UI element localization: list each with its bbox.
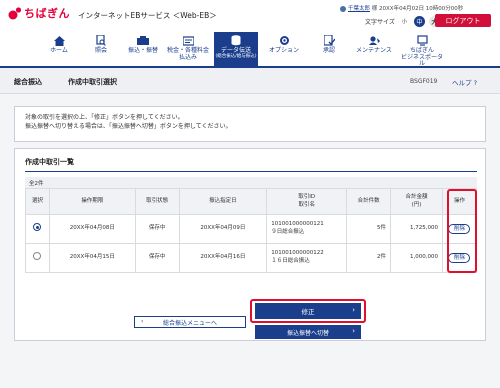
col-count: 合計件数 (346, 188, 392, 215)
panel-title: 作成中取引一覧 (25, 158, 74, 166)
chevron-right-icon: › (352, 327, 355, 335)
nav-sublabel: (総合振込/給与振込) (215, 53, 257, 59)
font-size-label: 文字サイズ (365, 19, 395, 26)
nav-approve[interactable]: 承認 (310, 32, 348, 66)
col-amount: 合計金額 (円) (390, 188, 443, 215)
select-radio[interactable] (33, 223, 42, 232)
panel-divider (25, 171, 477, 172)
table-row: 20XX年04月15日 保存中 20XX年04月16日 101001000000… (25, 243, 478, 273)
last-login: 20XX年04月02日 10時00分00秒 (379, 6, 464, 12)
page-title: 総合振込 (14, 78, 42, 86)
table-header-row: 選択 操作期限 取引状態 振込指定日 取引ID 取引名 合計件数 合計金額 (円) … (25, 188, 478, 215)
status-cell: 保存中 (134, 243, 180, 273)
user-info: 千葉太郎 様 20XX年04月02日 10時00分00秒 (340, 4, 463, 12)
col-select: 選択 (25, 188, 50, 215)
col-status: 取引状態 (134, 188, 180, 215)
approve-icon (323, 35, 335, 46)
edit-button-highlight (250, 299, 366, 323)
tax-icon (182, 35, 194, 46)
back-label: 総合振込メニューへ (162, 319, 217, 327)
nav-label: メンテナンス (356, 47, 392, 54)
nav-home[interactable]: ホーム (40, 32, 78, 66)
record-count: 全2件 (25, 177, 477, 188)
count-cell: 5件 (346, 214, 392, 244)
nav-label: ホーム (50, 47, 68, 54)
global-nav: ホーム 照会 振込・振替 税金・各種料金 払込み データ伝送 (総合振込/給与振… (0, 32, 500, 68)
user-suffix: 様 (371, 6, 378, 12)
select-cell (25, 243, 50, 273)
user-name[interactable]: 千葉太郎 (348, 6, 370, 12)
home-icon (53, 35, 65, 46)
help-label: ヘルプ (452, 79, 472, 87)
col-id-label: 取引ID (298, 194, 316, 201)
search-doc-icon (95, 35, 107, 46)
font-mid-button[interactable]: 中 (413, 16, 425, 27)
deadline-cell: 20XX年04月08日 (48, 214, 136, 244)
chevron-left-icon: ‹ (141, 318, 144, 325)
switch-to-transfer-button[interactable]: 振込振替へ切替 › (255, 325, 361, 339)
switch-label: 振込振替へ切替 (286, 329, 329, 337)
date-cell: 20XX年04月09日 (178, 214, 268, 244)
transfer-icon (137, 35, 149, 46)
guidance-line: 振込振替へ切り替える場合は、「振込振替へ切替」ボタンを押してください。 (25, 123, 232, 131)
select-radio[interactable] (33, 252, 42, 261)
page-title-bar: 総合振込 作成中取引選択 BSGF019 ヘルプ ? (0, 68, 500, 94)
guidance-message: 対象の取引を選択の上、「修正」ボタンを押してください。 振込振替へ切り替える場合… (14, 106, 486, 142)
font-small-button[interactable]: 小 (399, 16, 410, 27)
data-icon (230, 35, 242, 46)
logout-button[interactable]: ログアウト (435, 14, 491, 27)
guidance-line: 対象の取引を選択の上、「修正」ボタンを押してください。 (25, 114, 184, 121)
header: ちばぎん インターネットEBサービス ＜Web-EB＞ 千葉太郎 様 20XX年… (0, 0, 500, 32)
nav-portal[interactable]: ちばぎん ビジネスポータル (400, 32, 444, 68)
transaction-id: 101001000000122 (271, 250, 324, 257)
portal-icon (416, 35, 428, 46)
nav-label: オプション (268, 47, 299, 54)
col-id-name: 取引ID 取引名 (266, 188, 348, 215)
status-cell: 保存中 (134, 214, 180, 244)
date-cell: 20XX年04月16日 (178, 243, 268, 273)
id-name-cell: 101001000000122 １６日総合振込 (266, 243, 348, 273)
nav-sublabel: 払込み (178, 53, 197, 61)
col-amount-label: 合計金額 (405, 194, 428, 201)
page-subtitle: 作成中取引選択 (68, 78, 117, 86)
nav-data-transfer[interactable]: データ伝送 (総合振込/給与振込) (214, 32, 258, 66)
font-size-switcher: 文字サイズ 小 中 大 (365, 16, 440, 27)
col-name-label: 取引名 (298, 201, 315, 208)
nav-label: 承認 (322, 47, 335, 54)
col-deadline: 操作期限 (48, 188, 136, 215)
transaction-name: ９日総合振込 (271, 229, 305, 235)
select-cell (25, 214, 50, 244)
transaction-name: １６日総合振込 (271, 258, 310, 264)
help-link[interactable]: ヘルプ ? (452, 77, 477, 87)
service-name: インターネットEBサービス ＜Web-EB＞ (78, 11, 217, 20)
nav-label: 振込・振替 (127, 47, 158, 54)
count-cell: 2件 (346, 243, 392, 273)
logo-mark-icon (8, 6, 22, 20)
back-to-menu-button[interactable]: ‹ 総合振込メニューへ (134, 316, 246, 328)
user-icon (340, 5, 346, 12)
amount-cell: 1,000,000 (390, 243, 443, 273)
col-date: 振込指定日 (178, 188, 268, 215)
nav-transfer[interactable]: 振込・振替 (124, 32, 162, 66)
transaction-id: 101001000000121 (271, 221, 324, 228)
option-icon (278, 35, 290, 46)
nav-maintenance[interactable]: メンテナンス (352, 32, 396, 66)
brand-text: ちばぎん (24, 7, 70, 20)
nav-sublabel: ビジネスポータル (400, 53, 443, 68)
nav-tax[interactable]: 税金・各種料金 払込み (166, 32, 210, 66)
screen-code: BSGF019 (410, 78, 438, 85)
nav-label: 照会 (94, 47, 107, 54)
col-amount-unit: (円) (411, 201, 422, 208)
id-name-cell: 101001000000121 ９日総合振込 (266, 214, 348, 244)
operation-column-highlight (447, 189, 477, 273)
transaction-table: 選択 操作期限 取引状態 振込指定日 取引ID 取引名 合計件数 合計金額 (円) … (25, 188, 478, 273)
table-row: 20XX年04月08日 保存中 20XX年04月09日 101001000000… (25, 214, 478, 244)
nav-option[interactable]: オプション (262, 32, 306, 66)
nav-inquiry[interactable]: 照会 (82, 32, 120, 66)
bank-logo: ちばぎん (8, 5, 70, 21)
help-icon: ? (473, 79, 478, 87)
maintenance-icon (368, 35, 380, 46)
amount-cell: 1,725,000 (390, 214, 443, 244)
deadline-cell: 20XX年04月15日 (48, 243, 136, 273)
